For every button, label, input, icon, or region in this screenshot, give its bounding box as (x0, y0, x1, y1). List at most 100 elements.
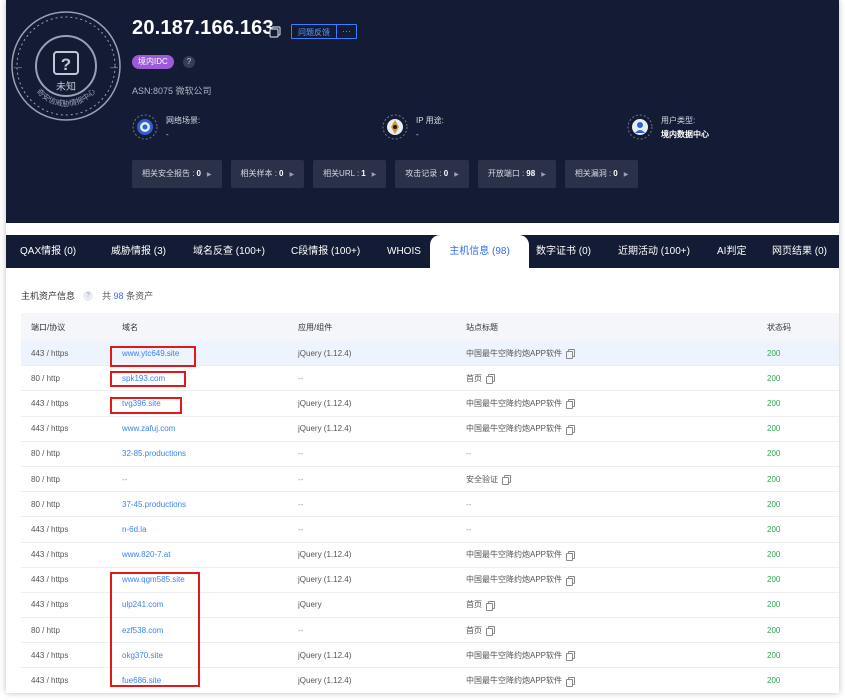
status-code-cell: 200 (767, 517, 780, 541)
tab-threat-intel[interactable]: 威胁情报 (3) (111, 235, 166, 268)
annotation-box (110, 371, 186, 387)
stat-attacks[interactable]: 攻击记录 :0 ▶ (395, 160, 469, 188)
feedback-button[interactable]: 问题反馈 (292, 25, 336, 38)
stat-vulnerabilities[interactable]: 相关漏洞 :0 ▶ (564, 160, 639, 188)
col-domain: 域名 (122, 322, 138, 332)
site-title-cell: 安全验证 (466, 467, 511, 491)
app-component: -- (298, 499, 304, 509)
annotation-box (110, 572, 200, 687)
section-header: 主机资产信息 ? 共 98 条资产 (21, 289, 153, 302)
app-component: jQuery (1.12.4) (298, 676, 352, 686)
port-protocol: 443 / https (31, 575, 69, 585)
app-component: jQuery (1.12.4) (298, 398, 352, 408)
ip-use: IP 用途: - (382, 114, 444, 142)
status-code: 200 (767, 348, 781, 358)
copy-icon[interactable] (486, 626, 495, 637)
app-component: -- (298, 373, 304, 383)
ip-use-value: - (416, 130, 419, 139)
stat-security-reports[interactable]: 相关安全报告 :0 ▶ (132, 160, 222, 188)
copy-icon[interactable] (486, 600, 495, 611)
app-component: -- (298, 474, 304, 484)
tab-whois[interactable]: WHOIS (387, 235, 421, 268)
port-protocol-cell: 443 / https (31, 643, 68, 667)
app-component: -- (298, 625, 304, 635)
copy-icon[interactable] (269, 26, 281, 38)
copy-icon[interactable] (566, 349, 576, 360)
site-title: 中国最牛空降约炮APP软件 (466, 348, 563, 358)
port-protocol-cell: 80 / http (31, 366, 60, 390)
copy-icon[interactable] (502, 475, 511, 486)
more-button[interactable]: ··· (336, 25, 356, 38)
status-code-cell: 200 (767, 492, 780, 516)
stat-samples[interactable]: 相关样本 :0 ▶ (230, 160, 305, 188)
table-row[interactable]: 443 / https www.zafuj.com jQuery (1.12.4) 中… (21, 417, 839, 442)
tab-c-segment[interactable]: C段情报 (100+) (291, 235, 360, 268)
tab-domain-reverse[interactable]: 域名反查 (100+) (193, 235, 265, 268)
section-title: 主机资产信息 (21, 291, 76, 301)
port-protocol: 443 / https (31, 600, 69, 610)
site-title: 安全验证 (466, 474, 498, 484)
port-protocol: 443 / https (31, 676, 69, 686)
caret-right-icon: ▶ (206, 172, 212, 178)
domain-link[interactable]: 32-85.productions (122, 449, 186, 458)
help-icon[interactable]: ? (183, 56, 195, 68)
port-protocol-cell: 443 / https (31, 417, 68, 441)
app-component-cell: jQuery (1.12.4) (298, 643, 351, 667)
port-protocol-cell: 443 / https (31, 668, 68, 692)
domain-link[interactable]: 37-45.productions (122, 500, 186, 509)
tab-certificates[interactable]: 数字证书 (0) (536, 235, 591, 268)
copy-icon[interactable] (566, 651, 576, 662)
status-code-cell: 200 (767, 543, 780, 567)
ip-use-label: IP 用途: (416, 116, 444, 125)
app-component: jQuery (1.12.4) (298, 650, 352, 660)
app-component: jQuery (1.12.4) (298, 575, 352, 585)
port-protocol: 443 / https (31, 524, 69, 534)
site-title: 首页 (466, 600, 482, 610)
copy-icon[interactable] (566, 676, 576, 687)
tab-qax[interactable]: QAX情报 (0) (20, 235, 76, 268)
stat-urls[interactable]: 相关URL :1 ▶ (313, 160, 387, 188)
table-row[interactable]: 80 / http -- -- 安全验证 200 (21, 467, 839, 493)
tab-recent-activity[interactable]: 近期活动 (100+) (618, 235, 690, 268)
port-protocol-cell: 80 / http (31, 492, 60, 516)
app-component-cell: jQuery (1.12.4) (298, 668, 351, 692)
copy-icon[interactable] (566, 424, 576, 435)
stat-label: 开放端口 : (487, 169, 525, 178)
site-title: -- (466, 499, 472, 509)
stat-open-ports[interactable]: 开放端口 :98 ▶ (477, 160, 556, 188)
copy-icon[interactable] (566, 399, 576, 410)
site-title-cell: 中国最牛空降约炮APP软件 (466, 568, 576, 592)
stat-label: 相关安全报告 : (142, 169, 195, 178)
copy-icon[interactable] (486, 374, 495, 385)
table-row[interactable]: 80 / http 37-45.productions -- -- 200 (21, 492, 839, 518)
domain-link: -- (122, 474, 128, 484)
status-code-cell: 200 (767, 643, 780, 667)
table-row[interactable]: 443 / https n-6d.la -- -- 200 (21, 517, 839, 543)
help-icon[interactable]: ? (83, 290, 94, 301)
table-row[interactable]: 443 / https www.820-7.at jQuery (1.12.4) 中国… (21, 543, 839, 568)
copy-icon[interactable] (566, 550, 576, 561)
domain-link[interactable]: n-6d.la (122, 525, 146, 534)
table-row[interactable]: 80 / http 32-85.productions -- -- 200 (21, 442, 839, 467)
svg-text:—: — (110, 63, 118, 72)
col-app: 应用/组件 (298, 322, 333, 332)
port-protocol: 80 / http (31, 373, 60, 383)
site-title-cell: 中国最牛空降约炮APP软件 (466, 668, 576, 692)
tab-ai-judgement[interactable]: AI判定 (717, 235, 746, 268)
domain-link[interactable]: www.zafuj.com (122, 424, 175, 433)
domain-link-cell: www.820-7.at (122, 543, 170, 567)
domain-link-cell: -- (122, 467, 127, 491)
port-protocol: 80 / http (31, 449, 60, 459)
user-type-value: 境内数据中心 (661, 130, 709, 139)
tab-host-info[interactable]: 主机信息 (98) (430, 235, 529, 268)
status-code-cell: 200 (767, 391, 780, 415)
port-protocol-cell: 443 / https (31, 391, 68, 415)
port-protocol: 443 / https (31, 424, 69, 434)
copy-icon[interactable] (566, 575, 576, 586)
status-code: 200 (767, 474, 781, 484)
user-type: 用户类型: 境内数据中心 (627, 114, 709, 142)
status-code: 200 (767, 676, 781, 686)
tab-web-results[interactable]: 网页结果 (0) (772, 235, 827, 268)
domain-link[interactable]: www.820-7.at (122, 550, 170, 559)
app-component: -- (298, 449, 304, 459)
